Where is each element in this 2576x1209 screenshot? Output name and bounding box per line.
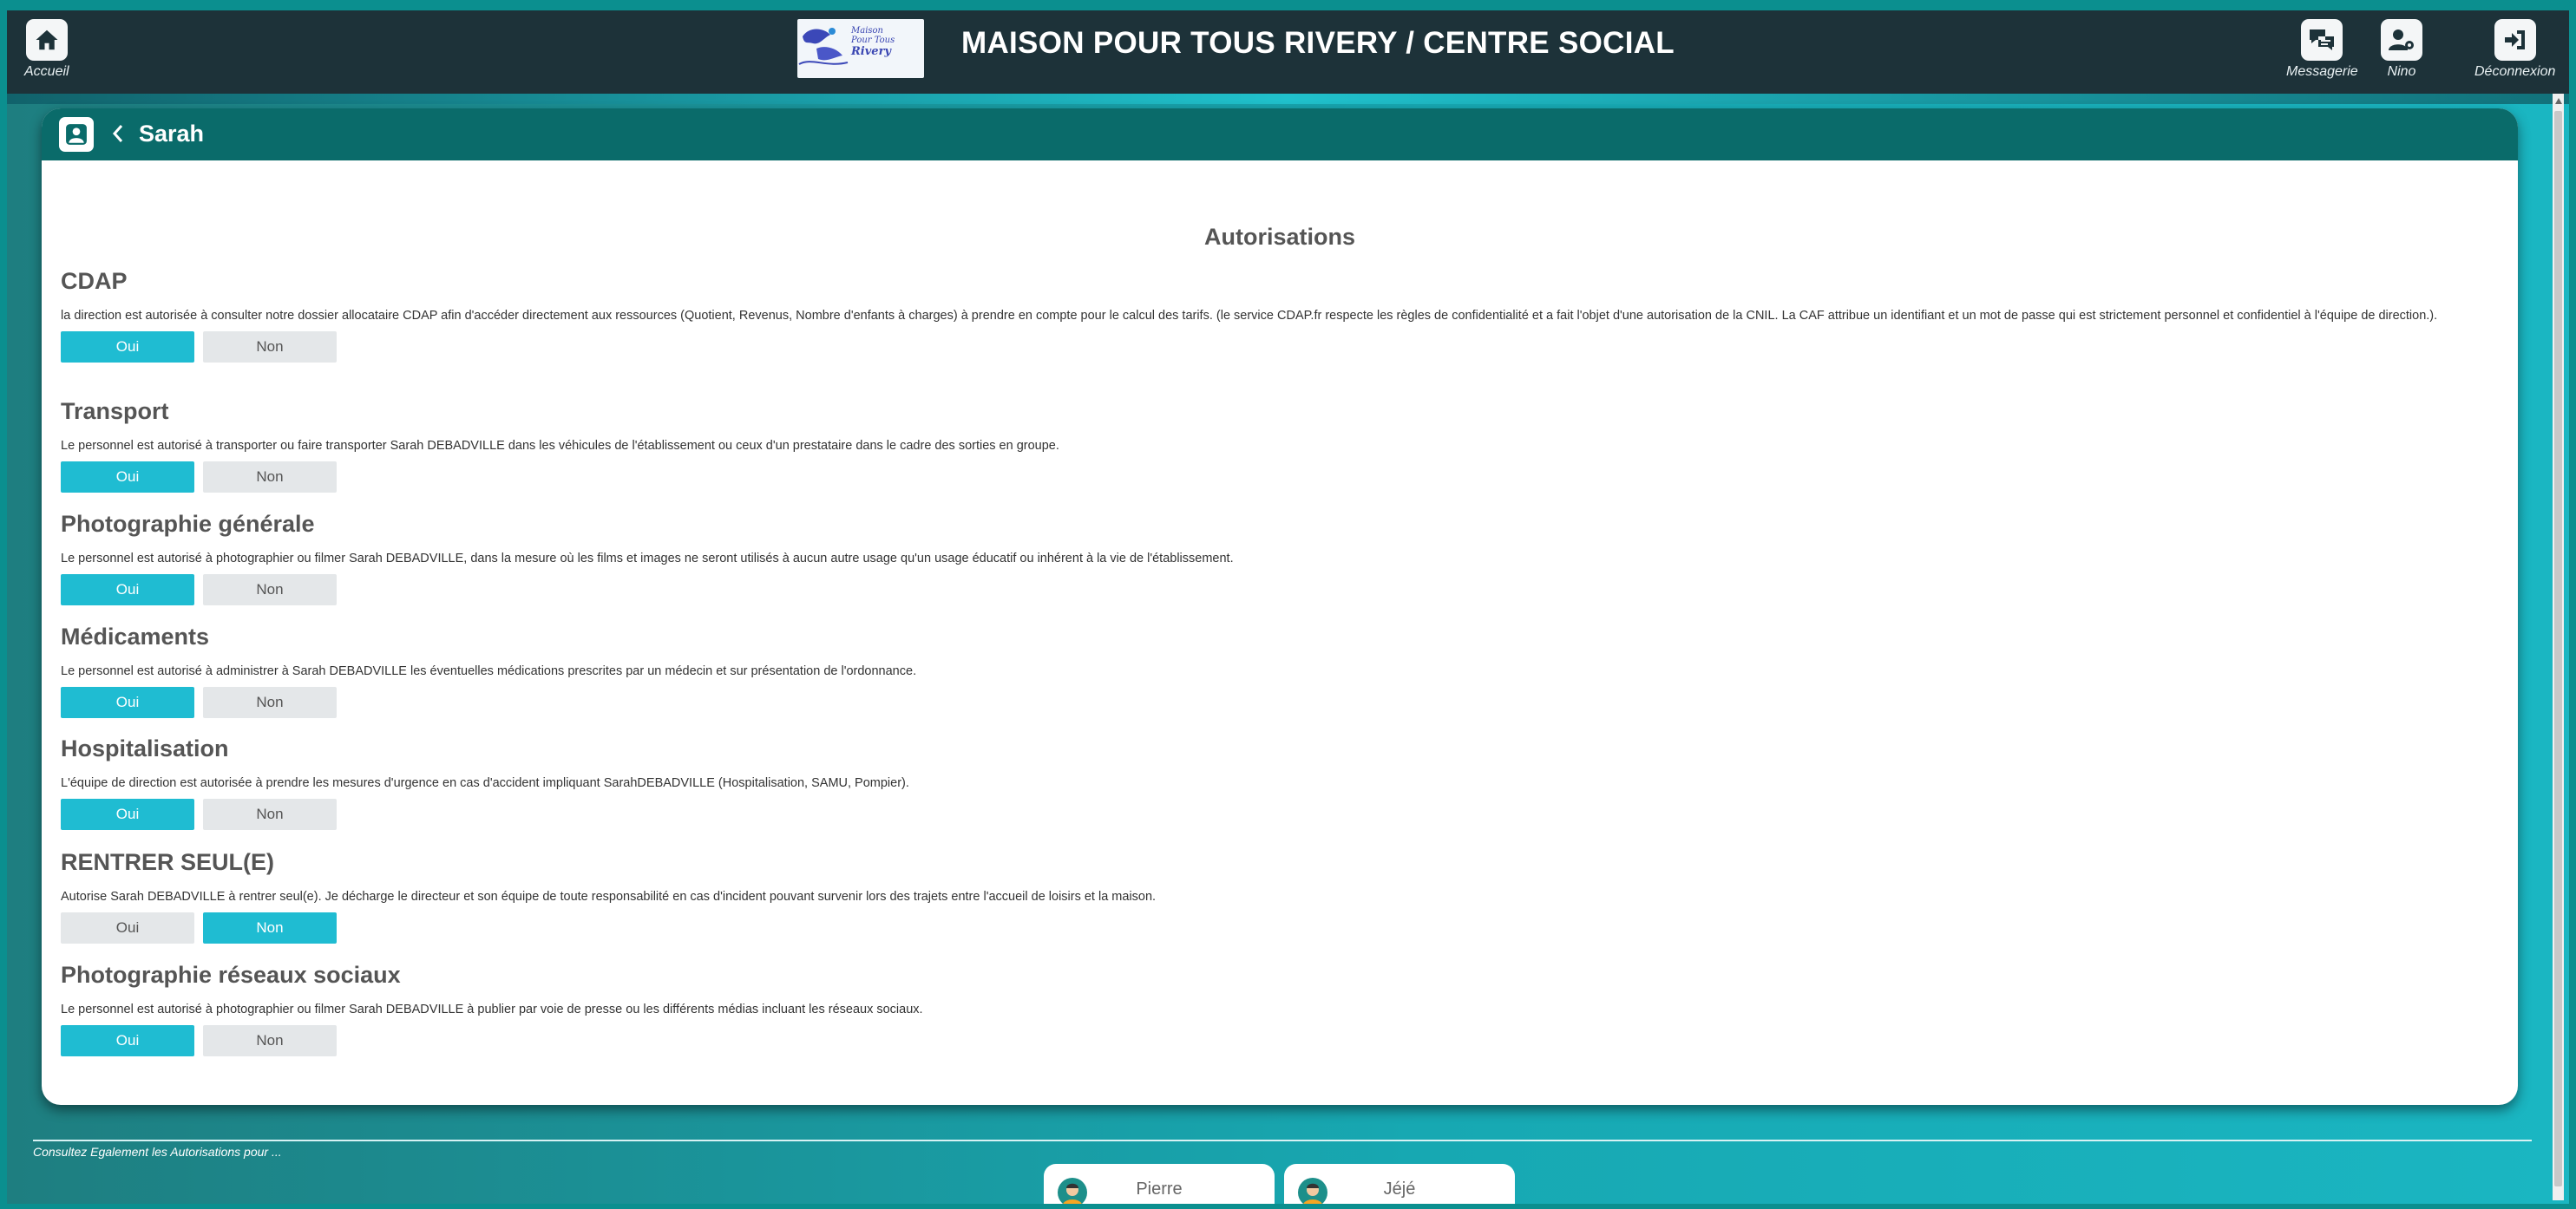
non-button[interactable]: Non bbox=[203, 687, 337, 718]
oui-button[interactable]: Oui bbox=[61, 1025, 194, 1056]
card-header: Sarah bbox=[42, 108, 2518, 160]
also-consult-label: Consultez Egalement les Autorisations po… bbox=[33, 1145, 282, 1159]
yes-no-toggle: Oui Non bbox=[61, 687, 2481, 718]
yes-no-toggle: Oui Non bbox=[61, 331, 2481, 363]
authorization-description: Le personnel est autorisé à photographie… bbox=[61, 1003, 923, 1016]
user-account-button[interactable]: Nino bbox=[2381, 19, 2422, 80]
oui-button[interactable]: Oui bbox=[61, 331, 194, 363]
window-frame-top bbox=[0, 0, 2576, 10]
app-title: MAISON POUR TOUS RIVERY / CENTRE SOCIAL bbox=[961, 26, 1675, 60]
non-button[interactable]: Non bbox=[203, 1025, 337, 1056]
back-chevron-icon[interactable] bbox=[111, 122, 125, 149]
authorization-title: Transport bbox=[61, 398, 169, 424]
authorizations-card: Sarah Autorisations CDAP la direction est… bbox=[42, 108, 2518, 1105]
header-strip bbox=[7, 94, 2569, 104]
yes-no-toggle: Oui Non bbox=[61, 912, 2481, 944]
authorization-description: Le personnel est autorisé à photographie… bbox=[61, 552, 1234, 565]
home-button[interactable]: Accueil bbox=[24, 19, 69, 80]
messagerie-label: Messagerie bbox=[2286, 64, 2358, 79]
footer-divider bbox=[33, 1140, 2532, 1141]
home-icon bbox=[25, 19, 68, 61]
chat-icon bbox=[2301, 19, 2343, 61]
authorization-description: Le personnel est autorisé à administrer … bbox=[61, 664, 917, 678]
scroll-up-arrow-icon[interactable] bbox=[2555, 98, 2562, 104]
sibling-name: Jéjé bbox=[1383, 1180, 1416, 1199]
oui-button[interactable]: Oui bbox=[61, 799, 194, 830]
authorization-description: Autorise Sarah DEBADVILLE à rentrer seul… bbox=[61, 890, 1157, 904]
authorization-title: CDAP bbox=[61, 268, 128, 294]
app: Accueil Maison Pour Tous Rivery MAISON P… bbox=[7, 10, 2569, 1204]
oui-button[interactable]: Oui bbox=[61, 687, 194, 718]
non-button[interactable]: Non bbox=[203, 461, 337, 493]
oui-button[interactable]: Oui bbox=[61, 574, 194, 605]
logo: Maison Pour Tous Rivery bbox=[797, 19, 924, 78]
authorization-block: Médicaments Le personnel est autorisé à a… bbox=[61, 624, 2481, 718]
authorization-description: Le personnel est autorisé à transporter … bbox=[61, 439, 1059, 453]
person-icon bbox=[59, 117, 94, 152]
authorization-block: Photographie réseaux sociaux Le personnel… bbox=[61, 962, 2481, 1056]
authorization-block: Transport Le personnel est autorisé à tra… bbox=[61, 398, 2481, 493]
messagerie-button[interactable]: Messagerie bbox=[2286, 19, 2358, 80]
authorization-title: Hospitalisation bbox=[61, 735, 229, 761]
authorization-title: Photographie générale bbox=[61, 511, 315, 537]
sibling-tab-jeje[interactable]: Jéjé bbox=[1284, 1164, 1515, 1204]
authorization-block: Hospitalisation L'équipe de direction est… bbox=[61, 735, 2481, 830]
scrollbar-thumb[interactable] bbox=[2554, 111, 2562, 1186]
logo-text: Maison Pour Tous Rivery bbox=[851, 26, 895, 58]
logout-button[interactable]: Déconnexion bbox=[2474, 19, 2555, 80]
authorization-description: la direction est autorisée à consulter n… bbox=[61, 309, 2438, 323]
sibling-name: Pierre bbox=[1136, 1180, 1183, 1199]
authorization-title: Médicaments bbox=[61, 624, 210, 650]
sibling-tab-pierre[interactable]: Pierre bbox=[1044, 1164, 1275, 1204]
authorization-block: CDAP la direction est autorisée à consult… bbox=[61, 268, 2481, 363]
section-title: Autorisations bbox=[1203, 224, 1355, 250]
top-header: Accueil Maison Pour Tous Rivery MAISON P… bbox=[7, 10, 2569, 94]
logout-icon bbox=[2494, 19, 2536, 61]
oui-button[interactable]: Oui bbox=[61, 461, 194, 493]
yes-no-toggle: Oui Non bbox=[61, 799, 2481, 830]
yes-no-toggle: Oui Non bbox=[61, 461, 2481, 493]
authorization-block: RENTRER SEUL(E) Autorise Sarah DEBADVILLE… bbox=[61, 849, 2481, 944]
oui-button[interactable]: Oui bbox=[61, 912, 194, 944]
window-frame-right bbox=[2569, 0, 2576, 1209]
authorization-description: L'équipe de direction est autorisée à pr… bbox=[61, 776, 909, 790]
authorization-title: Photographie réseaux sociaux bbox=[61, 962, 401, 988]
child-name: Sarah bbox=[139, 121, 205, 147]
authorization-block: Photographie générale Le personnel est au… bbox=[61, 511, 2481, 605]
home-label: Accueil bbox=[24, 64, 69, 79]
yes-no-toggle: Oui Non bbox=[61, 1025, 2481, 1056]
non-button[interactable]: Non bbox=[203, 331, 337, 363]
non-button[interactable]: Non bbox=[203, 912, 337, 944]
user-settings-icon bbox=[2381, 19, 2422, 61]
non-button[interactable]: Non bbox=[203, 799, 337, 830]
logout-label: Déconnexion bbox=[2474, 64, 2556, 79]
user-name-label: Nino bbox=[2387, 64, 2416, 79]
yes-no-toggle: Oui Non bbox=[61, 574, 2481, 605]
window-frame-left bbox=[0, 0, 7, 1209]
window-frame-bottom bbox=[0, 1204, 2576, 1209]
non-button[interactable]: Non bbox=[203, 574, 337, 605]
authorization-title: RENTRER SEUL(E) bbox=[61, 849, 275, 875]
